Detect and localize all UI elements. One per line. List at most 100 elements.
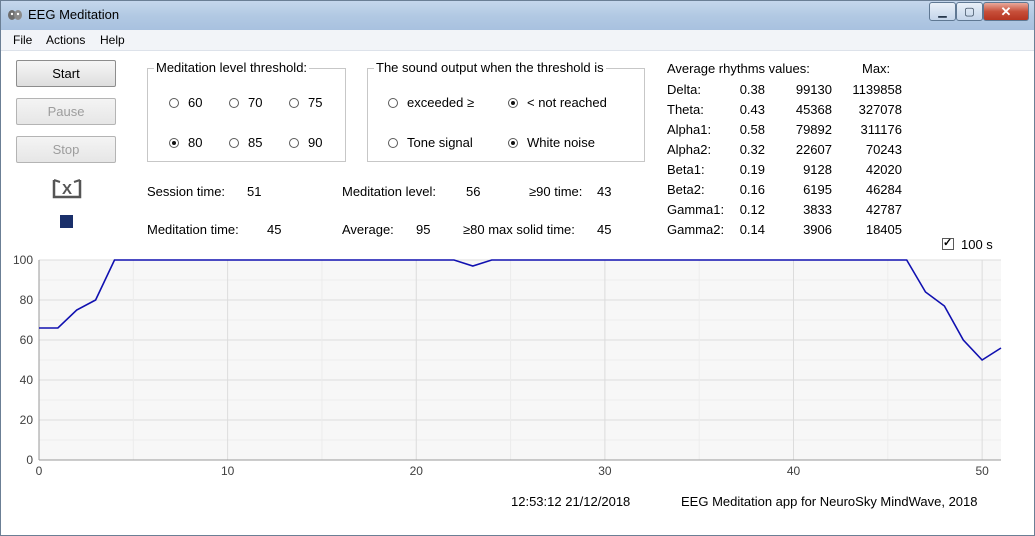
maximize-icon: ▢ bbox=[964, 6, 975, 18]
y-tick-label: 100 bbox=[13, 253, 33, 267]
menu-help[interactable]: Help bbox=[100, 33, 125, 47]
threshold-radio-85[interactable]: 85 bbox=[229, 135, 262, 150]
rhythm-ratio: 0.58 bbox=[739, 122, 765, 137]
meditation-level-value: 56 bbox=[466, 184, 481, 199]
ge90-time-value: 43 bbox=[597, 184, 612, 199]
ge80-solid-time-label: ≥80 max solid time: bbox=[463, 222, 575, 237]
rhythm-value: 79892 bbox=[795, 122, 832, 137]
menu-actions[interactable]: Actions bbox=[46, 33, 85, 47]
pause-button[interactable]: Pause bbox=[16, 98, 116, 125]
radio-dot bbox=[229, 137, 239, 148]
rhythm-ratio: 0.19 bbox=[739, 162, 765, 177]
sound-radio-white-noise[interactable]: White noise bbox=[508, 135, 595, 150]
rhythm-name: Alpha1: bbox=[667, 122, 712, 137]
threshold-radio-80[interactable]: 80 bbox=[169, 135, 202, 150]
svg-text:X: X bbox=[62, 181, 72, 198]
rhythm-ratio: 0.14 bbox=[739, 222, 765, 237]
rhythm-max: 46284 bbox=[865, 182, 902, 197]
meditation-chart: 0 20 40 60 80 100 0 10 20 30 40 50 bbox=[13, 253, 1002, 476]
window-title: EEG Meditation bbox=[28, 7, 120, 22]
radio-dot bbox=[229, 97, 239, 108]
status-app-name: EEG Meditation app for NeuroSky MindWave… bbox=[681, 494, 978, 509]
maximize-button[interactable]: ▢ bbox=[956, 2, 983, 21]
menu-file[interactable]: File bbox=[13, 33, 32, 47]
x-tick-label: 30 bbox=[598, 464, 612, 476]
rhythm-value: 3833 bbox=[803, 202, 832, 217]
meditation-icon: X bbox=[52, 179, 82, 199]
rhythm-ratio: 0.16 bbox=[739, 182, 765, 197]
sound-legend: The sound output when the threshold is bbox=[374, 60, 606, 75]
radio-dot bbox=[508, 97, 518, 108]
radio-dot bbox=[169, 97, 179, 108]
rhythm-name: Gamma2: bbox=[667, 222, 725, 237]
sound-radio-tone[interactable]: Tone signal bbox=[388, 135, 473, 150]
stop-button[interactable]: Stop bbox=[16, 136, 116, 163]
rhythm-ratio: 0.32 bbox=[739, 142, 765, 157]
rhythm-ratio: 0.38 bbox=[739, 82, 765, 97]
start-button[interactable]: Start bbox=[16, 60, 116, 87]
main-panel: Start Pause Stop X Meditation level thre… bbox=[1, 51, 1034, 535]
rhythm-name: Theta: bbox=[667, 102, 704, 117]
threshold-radio-70[interactable]: 70 bbox=[229, 95, 262, 110]
rhythm-value: 22607 bbox=[795, 142, 832, 157]
title-bar: EEG Meditation ▁ ▢ ✕ bbox=[1, 1, 1034, 31]
rhythm-max: 42787 bbox=[865, 202, 902, 217]
radio-label: 85 bbox=[248, 135, 263, 150]
session-time-label: Session time: bbox=[147, 184, 226, 199]
average-label: Average: bbox=[342, 222, 394, 237]
x-tick-label: 50 bbox=[975, 464, 989, 476]
radio-dot bbox=[289, 137, 299, 148]
brain-icon bbox=[8, 10, 22, 20]
sound-radio-not-reached[interactable]: < not reached bbox=[508, 95, 607, 110]
meditation-time-label: Meditation time: bbox=[147, 222, 239, 237]
radio-dot bbox=[508, 137, 518, 148]
radio-dot bbox=[388, 97, 398, 108]
radio-label: Tone signal bbox=[407, 135, 473, 150]
window-100s-checkbox[interactable] bbox=[942, 236, 954, 250]
rhythm-value: 6195 bbox=[803, 182, 832, 197]
x-tick-label: 0 bbox=[36, 464, 43, 476]
rhythms-header: Average rhythms values: bbox=[667, 61, 810, 76]
threshold-radio-75[interactable]: 75 bbox=[289, 95, 322, 110]
average-value: 95 bbox=[416, 222, 431, 237]
status-square-icon bbox=[60, 215, 73, 228]
rhythm-max: 70243 bbox=[865, 142, 902, 157]
y-tick-label: 0 bbox=[26, 453, 33, 467]
threshold-radio-60[interactable]: 60 bbox=[169, 95, 202, 110]
radio-label: 75 bbox=[308, 95, 323, 110]
radio-label: exceeded ≥ bbox=[407, 95, 475, 110]
ge80-solid-time-value: 45 bbox=[597, 222, 612, 237]
rhythm-name: Delta: bbox=[667, 82, 701, 97]
rhythm-max: 1139858 bbox=[852, 82, 902, 97]
rhythm-value: 99130 bbox=[795, 82, 832, 97]
threshold-legend: Meditation level threshold: bbox=[154, 60, 310, 75]
window-100s-label: 100 s bbox=[961, 237, 993, 252]
close-button[interactable]: ✕ bbox=[983, 2, 1029, 21]
rhythms-max-header: Max: bbox=[862, 61, 891, 76]
y-tick-label: 80 bbox=[20, 293, 34, 307]
sound-radio-exceeded[interactable]: exceeded ≥ bbox=[388, 95, 474, 110]
radio-dot bbox=[289, 97, 299, 108]
rhythm-max: 311176 bbox=[860, 122, 902, 137]
rhythm-name: Beta2: bbox=[667, 182, 705, 197]
radio-dot bbox=[169, 137, 179, 148]
radio-label: < not reached bbox=[527, 95, 607, 110]
rhythm-value: 45368 bbox=[795, 102, 832, 117]
rhythm-max: 42020 bbox=[865, 162, 902, 177]
app-window: EEG Meditation ▁ ▢ ✕ File Actions Help S… bbox=[0, 0, 1035, 536]
radio-dot bbox=[388, 137, 398, 148]
y-tick-label: 40 bbox=[20, 373, 34, 387]
rhythm-max: 327078 bbox=[858, 102, 902, 117]
status-timestamp: 12:53:12 21/12/2018 bbox=[511, 494, 631, 509]
minimize-button[interactable]: ▁ bbox=[929, 2, 956, 21]
minimize-icon: ▁ bbox=[938, 6, 947, 18]
ge90-time-label: ≥90 time: bbox=[529, 184, 583, 199]
radio-label: 90 bbox=[308, 135, 323, 150]
radio-label: White noise bbox=[527, 135, 595, 150]
threshold-radio-90[interactable]: 90 bbox=[289, 135, 322, 150]
rhythm-value: 9128 bbox=[803, 162, 832, 177]
radio-label: 70 bbox=[248, 95, 263, 110]
rhythm-value: 3906 bbox=[803, 222, 832, 237]
y-tick-label: 20 bbox=[20, 413, 34, 427]
rhythm-name: Alpha2: bbox=[667, 142, 712, 157]
